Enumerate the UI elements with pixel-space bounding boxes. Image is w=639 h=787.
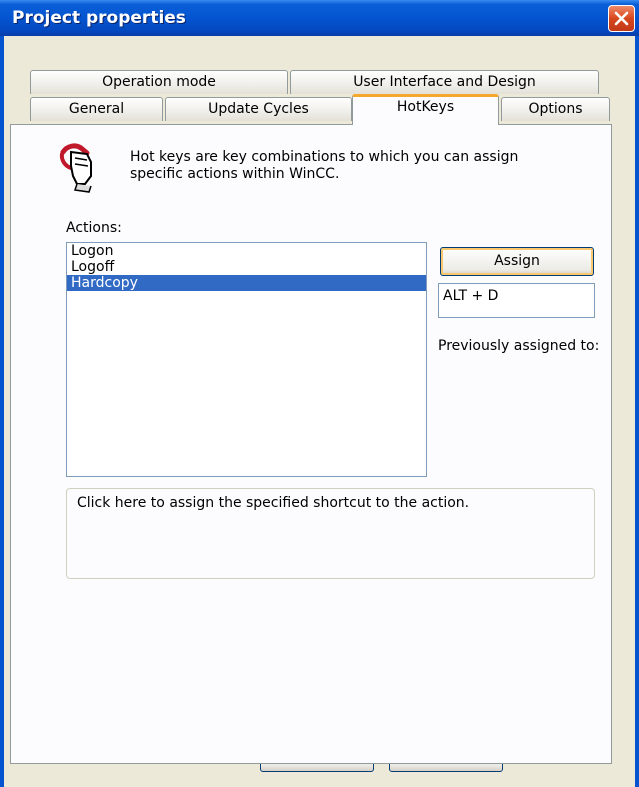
hand-pointer-icon (57, 140, 117, 200)
info-text: Hot keys are key combinations to which y… (130, 149, 519, 182)
window-title: Project properties (12, 8, 186, 28)
actions-label: Actions: (66, 220, 122, 236)
actions-listbox[interactable]: Logon Logoff Hardcopy (66, 242, 427, 477)
tab-label: Options (528, 101, 583, 117)
tab-label: Operation mode (102, 74, 216, 90)
tab-label: Update Cycles (208, 101, 309, 117)
list-item-logoff[interactable]: Logoff (67, 259, 426, 275)
tab-label: HotKeys (396, 99, 455, 115)
project-properties-dialog: Project properties Operation mode User I… (0, 0, 639, 787)
tab-options[interactable]: Options (501, 97, 610, 121)
assign-button[interactable]: Assign (440, 247, 594, 276)
close-icon (614, 11, 629, 26)
window-border-right (635, 36, 639, 787)
previously-assigned-label: Previously assigned to: (438, 338, 600, 354)
title-bar[interactable]: Project properties (0, 0, 639, 36)
description-text: Click here to assign the specified short… (77, 495, 470, 511)
tab-operation-mode[interactable]: Operation mode (30, 70, 288, 94)
tab-update-cycles[interactable]: Update Cycles (165, 97, 352, 121)
window-border-left (0, 36, 4, 787)
list-item-logon[interactable]: Logon (67, 243, 426, 259)
tab-hotkeys[interactable]: HotKeys (352, 94, 499, 125)
description-box: Click here to assign the specified short… (66, 488, 595, 579)
tab-label: User Interface and Design (353, 74, 536, 90)
tab-general[interactable]: General (30, 97, 163, 121)
hotkey-input[interactable]: ALT + D (438, 283, 595, 318)
tab-user-interface-and-design[interactable]: User Interface and Design (290, 70, 599, 94)
tab-label: General (68, 101, 125, 117)
close-button[interactable] (608, 5, 635, 32)
list-item-hardcopy[interactable]: Hardcopy (67, 275, 426, 291)
